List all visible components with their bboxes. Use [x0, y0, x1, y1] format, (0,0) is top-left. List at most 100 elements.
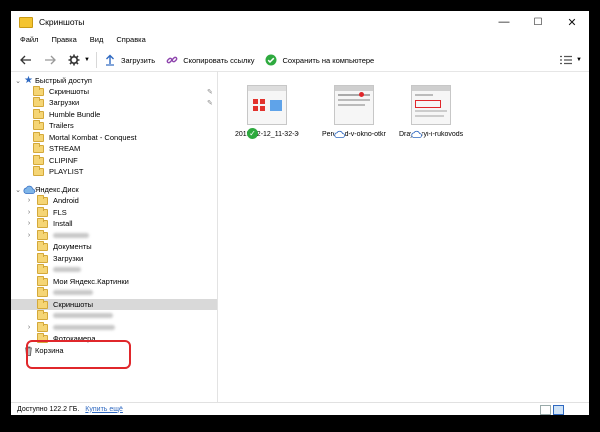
upload-button[interactable]: Загрузить: [103, 53, 155, 67]
disk-item-blurred[interactable]: [11, 263, 217, 275]
file-thumbnail: [411, 85, 451, 125]
file-item[interactable]: Drayveryi-i-rukovodstvo-...: [399, 85, 463, 139]
folder-icon: [37, 252, 48, 263]
quick-item-clipinf[interactable]: CLIPINF: [11, 154, 217, 166]
quick-item-stream[interactable]: STREAM: [11, 142, 217, 154]
star-icon: ★: [24, 75, 33, 86]
save-to-pc-label: Сохранить на компьютере: [282, 55, 375, 65]
blurred-label: [53, 313, 113, 318]
file-name: 2019-02-12_11-32-36: [235, 131, 299, 138]
folder-icon: [37, 206, 48, 217]
synced-check-icon: ✓: [247, 128, 258, 139]
collapsed-caret-icon[interactable]: ›: [25, 197, 33, 204]
disk-item-blurred[interactable]: [11, 286, 217, 298]
toolbar-divider: [95, 52, 97, 68]
quick-item-screenshots[interactable]: Скриншоты ✎: [11, 85, 217, 97]
disk-item-fls[interactable]: › FLS: [11, 206, 217, 218]
cloud-only-icon: [411, 128, 422, 139]
minimize-button[interactable]: —: [487, 11, 521, 33]
arrow-left-icon: [20, 55, 31, 65]
folder-icon: [33, 119, 44, 130]
collapsed-caret-icon[interactable]: ›: [25, 220, 33, 227]
quick-item-humble-bundle[interactable]: Humble Bundle: [11, 108, 217, 120]
check-circle-icon: [264, 53, 278, 67]
disk-item-android[interactable]: › Android: [11, 194, 217, 206]
folder-tree: ⌄ ★ Быстрый доступ Скриншоты ✎ Загрузки …: [11, 71, 218, 403]
tree-item-label: CLIPINF: [49, 156, 78, 165]
pin-icon[interactable]: ✎: [207, 88, 213, 96]
collapsed-caret-icon[interactable]: ›: [25, 324, 33, 331]
disk-item-blurred[interactable]: [11, 309, 217, 321]
disk-item-downloads[interactable]: Загрузки: [11, 252, 217, 264]
quick-item-trailers[interactable]: Trailers: [11, 119, 217, 131]
expanded-caret-icon[interactable]: ⌄: [14, 77, 22, 85]
folder-icon: [37, 286, 48, 297]
close-button[interactable]: ✕: [555, 11, 589, 33]
file-thumbnail: [334, 85, 374, 125]
file-name: Drayveryi-i-rukovodstvo-...: [399, 131, 463, 138]
folder-icon: [37, 263, 48, 274]
quick-item-playlist[interactable]: PLAYLIST: [11, 165, 217, 177]
tree-item-label: Install: [53, 219, 73, 228]
collapsed-caret-icon[interactable]: ›: [25, 232, 33, 239]
disk-item-documents[interactable]: Документы: [11, 240, 217, 252]
tree-item-label: Загрузки: [49, 98, 80, 107]
disk-item-yandex-pictures[interactable]: Мои Яндекс.Картинки: [11, 275, 217, 287]
folder-icon: [37, 275, 48, 286]
settings-button[interactable]: [65, 51, 83, 69]
cloud-only-icon: [334, 128, 345, 139]
folder-icon: [37, 229, 48, 240]
title-bar: Скриншоты — ☐ ✕: [11, 11, 589, 33]
folder-icon: [37, 217, 48, 228]
blurred-label: [53, 267, 81, 272]
copy-link-label: Скопировать ссылку: [183, 55, 255, 65]
tree-item-label: Скриншоты: [53, 300, 94, 309]
file-thumbnail: [247, 85, 287, 125]
tree-quick-access[interactable]: ⌄ ★ Быстрый доступ: [11, 75, 217, 86]
tree-item-label: PLAYLIST: [49, 167, 84, 176]
app-window: Скриншоты — ☐ ✕ Файл Правка Вид Справка …: [11, 11, 589, 415]
copy-link-button[interactable]: Скопировать ссылку: [165, 53, 254, 67]
save-to-pc-button[interactable]: Сохранить на компьютере: [264, 53, 374, 67]
folder-icon: [33, 131, 44, 142]
menu-view[interactable]: Вид: [81, 35, 108, 48]
menu-edit[interactable]: Правка: [42, 35, 80, 48]
disk-item-blurred[interactable]: ›: [11, 321, 217, 333]
tiles-view-icon[interactable]: [540, 405, 551, 415]
blurred-label: [53, 233, 89, 238]
list-view-toggle-icon[interactable]: [553, 405, 564, 415]
folder-icon: [37, 321, 48, 332]
maximize-button[interactable]: ☐: [521, 11, 555, 33]
tree-yandex-disk[interactable]: ⌄ Яндекс.Диск: [11, 184, 217, 195]
collapsed-caret-icon[interactable]: ›: [25, 209, 33, 216]
folder-icon: [33, 85, 44, 96]
list-view-icon: [560, 55, 572, 65]
folder-icon: [33, 154, 44, 165]
expanded-caret-icon[interactable]: ⌄: [14, 186, 22, 194]
link-icon: [165, 53, 179, 67]
forward-button[interactable]: [41, 51, 59, 69]
back-button[interactable]: [17, 51, 35, 69]
file-item[interactable]: ✓ 2019-02-12_11-32-36: [235, 85, 299, 139]
quick-item-downloads[interactable]: Загрузки ✎: [11, 96, 217, 108]
tree-item-label: STREAM: [49, 144, 81, 153]
quick-item-mortal-kombat[interactable]: Mortal Kombat - Conquest: [11, 131, 217, 143]
tree-item-label: Скриншоты: [49, 87, 90, 96]
file-item[interactable]: Perehod-v-okno-otkryiti...: [322, 85, 386, 139]
menu-help[interactable]: Справка: [107, 35, 149, 48]
toolbar: ▼ Загрузить Скопировать ссылку Сохранить…: [11, 49, 589, 72]
pin-icon[interactable]: ✎: [207, 99, 213, 107]
free-space-text: Доступно 122.2 ГБ.: [17, 405, 80, 413]
view-mode-button[interactable]: [557, 51, 575, 69]
disk-item-screenshots[interactable]: Скриншоты: [11, 298, 217, 310]
tree-item-label: Мои Яндекс.Картинки: [53, 277, 129, 286]
blurred-label: [53, 325, 115, 330]
disk-item-install[interactable]: › Install: [11, 217, 217, 229]
buy-more-link[interactable]: Купить ещё: [85, 406, 123, 413]
folder-icon: [37, 194, 48, 205]
view-mode-chevron-icon[interactable]: ▼: [576, 57, 582, 63]
disk-item-blurred[interactable]: ›: [11, 229, 217, 241]
folder-icon: [37, 298, 48, 309]
chevron-down-icon[interactable]: ▼: [84, 57, 90, 63]
menu-file[interactable]: Файл: [11, 35, 42, 48]
